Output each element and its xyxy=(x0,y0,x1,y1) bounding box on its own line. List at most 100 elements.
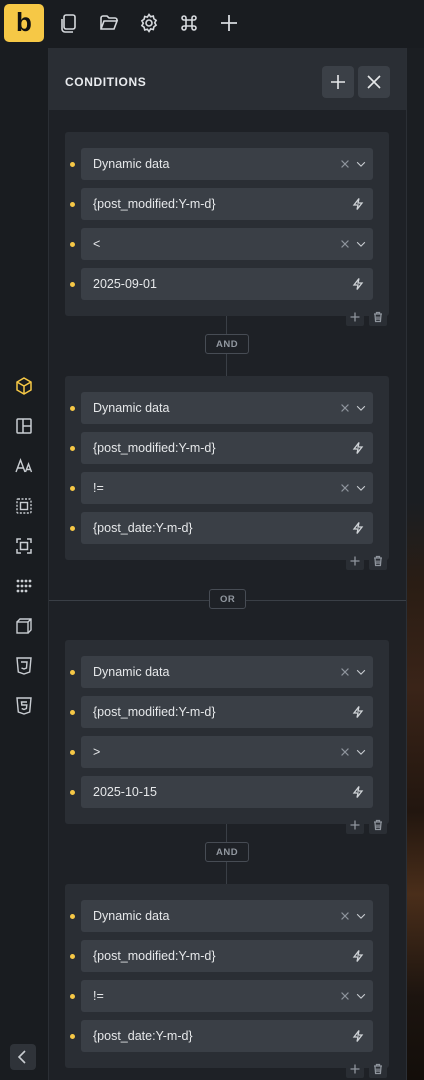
field-value: < xyxy=(93,237,101,251)
condition-card: Dynamic data {post_modified:Y-m-d} >2025-1… xyxy=(65,640,389,824)
condition-row: Dynamic data xyxy=(65,900,389,932)
condition-select[interactable]: > xyxy=(81,736,373,768)
chevron-down-icon xyxy=(356,913,366,919)
css3-icon[interactable] xyxy=(14,656,34,676)
condition-select[interactable]: Dynamic data xyxy=(81,656,373,688)
add-condition-button[interactable] xyxy=(346,816,364,834)
cube-icon[interactable] xyxy=(14,376,34,396)
condition-card: Dynamic data {post_modified:Y-m-d} != {post… xyxy=(65,884,389,1068)
transform-box-icon[interactable] xyxy=(14,616,34,636)
panel-header: CONDITIONS xyxy=(49,48,406,110)
and-relation-badge[interactable]: AND xyxy=(205,842,250,862)
chevron-left-icon xyxy=(17,1050,26,1064)
panel-title: CONDITIONS xyxy=(65,75,147,89)
dynamic-data-bolt-icon[interactable] xyxy=(351,785,365,799)
delete-condition-button[interactable] xyxy=(369,552,387,570)
chevron-down-icon[interactable] xyxy=(355,482,367,494)
collapse-sidebar-button[interactable] xyxy=(10,1044,36,1070)
chevron-down-icon[interactable] xyxy=(355,238,367,250)
sizing-icon[interactable] xyxy=(14,536,34,556)
chevron-down-icon[interactable] xyxy=(355,990,367,1002)
condition-select[interactable]: < xyxy=(81,228,373,260)
dynamic-data-bolt-icon[interactable] xyxy=(351,521,365,535)
dynamic-data-bolt-icon[interactable] xyxy=(351,705,365,719)
clear-icon[interactable] xyxy=(339,402,351,414)
clear-icon xyxy=(341,484,349,492)
field-value: 2025-10-15 xyxy=(93,785,157,799)
dynamic-data-input[interactable]: {post_modified:Y-m-d} xyxy=(81,188,373,220)
dynamic-data-input[interactable]: {post_modified:Y-m-d} xyxy=(81,432,373,464)
add-condition-button[interactable] xyxy=(346,308,364,326)
dynamic-data-input[interactable]: {post_date:Y-m-d} xyxy=(81,1020,373,1052)
bolt-icon xyxy=(352,442,364,454)
trash-icon xyxy=(374,311,382,323)
add-condition-button[interactable] xyxy=(346,552,364,570)
layout-icon[interactable] xyxy=(14,416,34,436)
chevron-down-icon[interactable] xyxy=(355,746,367,758)
dynamic-data-input[interactable]: 2025-10-15 xyxy=(81,776,373,808)
chevron-down-icon[interactable] xyxy=(355,666,367,678)
add-condition-button[interactable] xyxy=(346,1060,364,1078)
pages-icon[interactable] xyxy=(58,12,80,34)
and-relation-badge[interactable]: AND xyxy=(205,334,250,354)
clear-icon[interactable] xyxy=(339,158,351,170)
typography-icon[interactable] xyxy=(14,456,34,476)
clear-icon[interactable] xyxy=(339,746,351,758)
trash-icon xyxy=(374,1063,382,1075)
command-icon[interactable] xyxy=(178,12,200,34)
dynamic-data-bolt-icon[interactable] xyxy=(351,197,365,211)
clear-icon[interactable] xyxy=(339,482,351,494)
dynamic-data-bolt-icon[interactable] xyxy=(351,277,365,291)
add-condition-group-button[interactable] xyxy=(322,66,354,98)
condition-select[interactable]: Dynamic data xyxy=(81,392,373,424)
left-sidebar xyxy=(0,48,49,1080)
bolt-icon xyxy=(352,1030,364,1042)
condition-select[interactable]: != xyxy=(81,980,373,1012)
chevron-down-icon[interactable] xyxy=(355,910,367,922)
clear-icon[interactable] xyxy=(339,666,351,678)
add-plus-icon[interactable] xyxy=(218,12,240,34)
field-value: {post_date:Y-m-d} xyxy=(93,1029,193,1043)
status-dot xyxy=(70,526,75,531)
clear-icon xyxy=(341,748,349,756)
dynamic-data-input[interactable]: {post_date:Y-m-d} xyxy=(81,512,373,544)
spacing-icon[interactable] xyxy=(14,496,34,516)
brand-logo[interactable]: b xyxy=(4,4,44,42)
field-value: != xyxy=(93,481,104,495)
status-dot xyxy=(70,282,75,287)
clear-icon[interactable] xyxy=(339,990,351,1002)
chevron-down-icon[interactable] xyxy=(355,158,367,170)
chevron-down-icon[interactable] xyxy=(355,402,367,414)
status-dot xyxy=(70,994,75,999)
condition-select[interactable]: != xyxy=(81,472,373,504)
delete-condition-button[interactable] xyxy=(369,816,387,834)
clear-icon[interactable] xyxy=(339,910,351,922)
plus-icon xyxy=(350,820,360,830)
delete-condition-button[interactable] xyxy=(369,308,387,326)
condition-select[interactable]: Dynamic data xyxy=(81,148,373,180)
status-dot xyxy=(70,710,75,715)
status-dot xyxy=(70,406,75,411)
condition-select[interactable]: Dynamic data xyxy=(81,900,373,932)
field-value: {post_modified:Y-m-d} xyxy=(93,949,216,963)
dynamic-data-bolt-icon[interactable] xyxy=(351,1029,365,1043)
close-panel-button[interactable] xyxy=(358,66,390,98)
dynamic-data-input[interactable]: {post_modified:Y-m-d} xyxy=(81,940,373,972)
field-value: != xyxy=(93,989,104,1003)
settings-gear-icon[interactable] xyxy=(138,12,160,34)
bolt-icon xyxy=(352,278,364,290)
dynamic-data-input[interactable]: {post_modified:Y-m-d} xyxy=(81,696,373,728)
dots-grid-icon[interactable] xyxy=(14,576,34,596)
clear-icon[interactable] xyxy=(339,238,351,250)
condition-row: {post_modified:Y-m-d} xyxy=(65,940,389,972)
trash-icon xyxy=(374,555,382,567)
delete-condition-button[interactable] xyxy=(369,1060,387,1078)
dynamic-data-bolt-icon[interactable] xyxy=(351,441,365,455)
condition-row: Dynamic data xyxy=(65,656,389,688)
or-relation-badge[interactable]: OR xyxy=(209,589,247,609)
dynamic-data-input[interactable]: 2025-09-01 xyxy=(81,268,373,300)
folder-icon[interactable] xyxy=(98,12,120,34)
top-toolbar: b xyxy=(0,0,424,49)
dynamic-data-bolt-icon[interactable] xyxy=(351,949,365,963)
html5-icon[interactable] xyxy=(14,696,34,716)
